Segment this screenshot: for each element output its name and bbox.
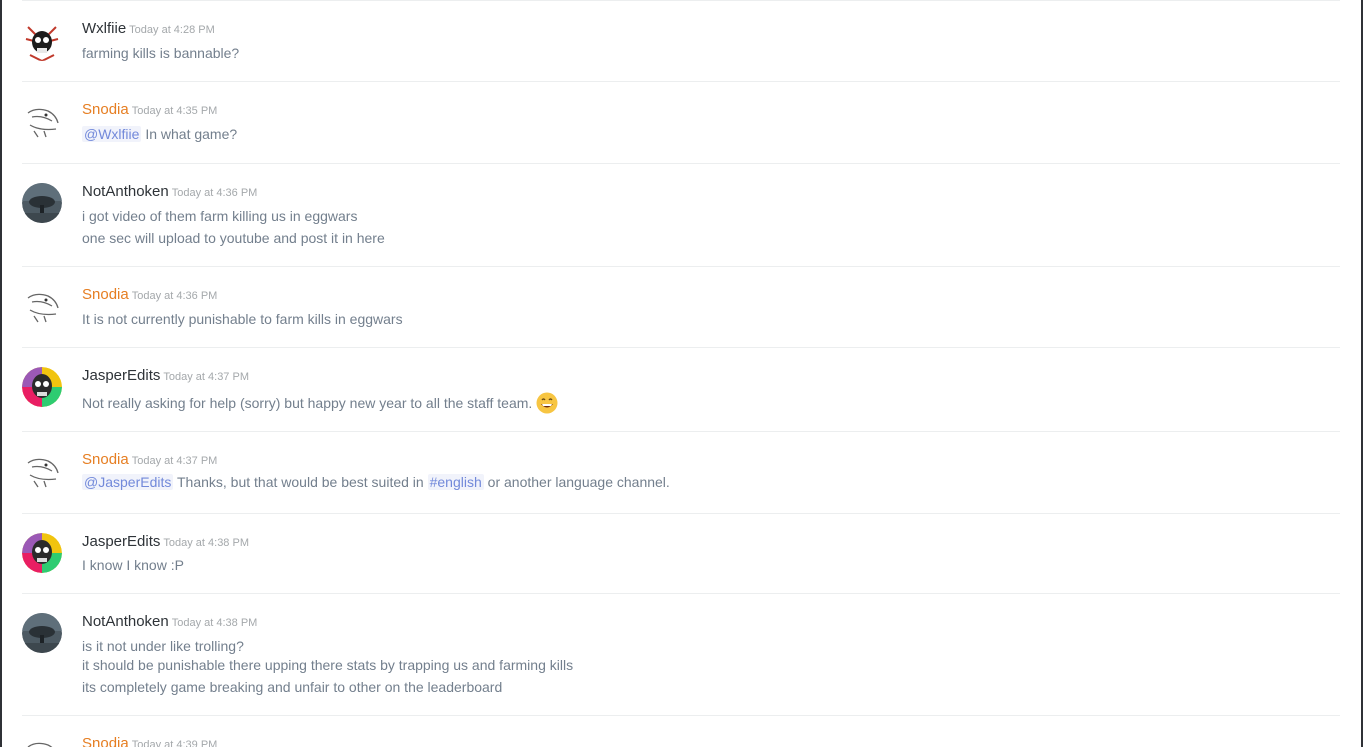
username[interactable]: Snodia	[82, 101, 129, 118]
grinning-face-icon[interactable]	[536, 392, 558, 417]
timestamp: Today at 4:28 PM	[129, 24, 215, 36]
message-group: JasperEdits Today at 4:37 PM Not really a…	[22, 347, 1340, 432]
message-header: NotAnthoken Today at 4:38 PM	[82, 613, 257, 631]
username[interactable]: JasperEdits	[82, 533, 160, 550]
timestamp: Today at 4:36 PM	[131, 290, 218, 302]
user-mention[interactable]: @JasperEdits	[82, 474, 174, 490]
message-text: i got video of them farm killing us in e…	[82, 208, 358, 224]
message-text: I know I know :P	[82, 557, 184, 573]
username[interactable]: Snodia	[82, 286, 129, 303]
message-text-part: Not really asking for help (sorry) but h…	[82, 395, 533, 411]
colorful-skull-avatar[interactable]	[22, 533, 62, 573]
message-text: Not really asking for help (sorry) but h…	[82, 392, 558, 417]
sketch-creature-avatar[interactable]	[22, 735, 62, 747]
timestamp: Today at 4:38 PM	[163, 537, 249, 549]
username[interactable]: NotAnthoken	[82, 613, 169, 630]
message-header: JasperEdits Today at 4:38 PM	[82, 533, 249, 551]
timestamp: Today at 4:37 PM	[131, 455, 218, 467]
username[interactable]: Snodia	[82, 735, 129, 747]
username[interactable]: JasperEdits	[82, 367, 160, 384]
message-text: @JasperEdits Thanks, but that would be b…	[82, 474, 670, 490]
sketch-creature-avatar[interactable]	[22, 286, 62, 326]
message-group: Wxlfiie Today at 4:28 PM farming kills is…	[22, 0, 1340, 82]
message-text: its completely game breaking and unfair …	[82, 679, 503, 695]
timestamp: Today at 4:38 PM	[171, 617, 258, 629]
skull-avatar[interactable]	[22, 21, 62, 61]
channel-mention[interactable]: #english	[427, 474, 484, 490]
message-group: NotAnthoken Today at 4:38 PM is it not un…	[22, 593, 1340, 716]
timestamp: Today at 4:39 PM	[131, 739, 218, 747]
message-header: JasperEdits Today at 4:37 PM	[82, 367, 249, 385]
landscape-avatar[interactable]	[22, 613, 62, 653]
sketch-creature-avatar[interactable]	[22, 101, 62, 141]
message-text: @Wxlfiie In what game?	[82, 126, 237, 142]
message-group: JasperEdits Today at 4:38 PM I know I kno…	[22, 513, 1340, 594]
message-text-part: In what game?	[141, 126, 238, 142]
message-text: It is not currently punishable to farm k…	[82, 311, 403, 327]
timestamp: Today at 4:36 PM	[171, 187, 258, 199]
message-group: Snodia Today at 4:39 PM	[22, 715, 1340, 747]
timestamp: Today at 4:35 PM	[131, 105, 218, 117]
message-header: Snodia Today at 4:36 PM	[82, 286, 217, 304]
message-group: Snodia Today at 4:36 PM It is not current…	[22, 266, 1340, 348]
timestamp: Today at 4:37 PM	[163, 371, 249, 383]
message-header: Snodia Today at 4:39 PM	[82, 735, 217, 747]
message-header: Snodia Today at 4:35 PM	[82, 101, 217, 119]
message-header: NotAnthoken Today at 4:36 PM	[82, 183, 257, 201]
message-list[interactable]: Wxlfiie Today at 4:28 PM farming kills is…	[2, 0, 1361, 747]
message-text: is it not under like trolling?	[82, 638, 244, 654]
username[interactable]: NotAnthoken	[82, 183, 169, 200]
message-header: Wxlfiie Today at 4:28 PM	[82, 20, 215, 38]
message-text-part: or another language channel.	[483, 474, 670, 490]
colorful-skull-avatar[interactable]	[22, 367, 62, 407]
username[interactable]: Snodia	[82, 451, 129, 468]
message-text: farming kills is bannable?	[82, 45, 240, 61]
message-group: NotAnthoken Today at 4:36 PM i got video …	[22, 163, 1340, 267]
sketch-creature-avatar[interactable]	[22, 451, 62, 491]
chat-window: Wxlfiie Today at 4:28 PM farming kills is…	[0, 0, 1363, 747]
message-group: Snodia Today at 4:37 PM @JasperEdits Than…	[22, 431, 1340, 514]
landscape-avatar[interactable]	[22, 183, 62, 223]
message-text-part: Thanks, but that would be best suited in	[173, 474, 428, 490]
username[interactable]: Wxlfiie	[82, 20, 126, 37]
user-mention[interactable]: @Wxlfiie	[82, 126, 142, 142]
message-group: Snodia Today at 4:35 PM @Wxlfiie In what …	[22, 81, 1340, 164]
message-text: it should be punishable there upping the…	[82, 657, 574, 673]
message-text: one sec will upload to youtube and post …	[82, 230, 385, 246]
message-header: Snodia Today at 4:37 PM	[82, 451, 217, 469]
